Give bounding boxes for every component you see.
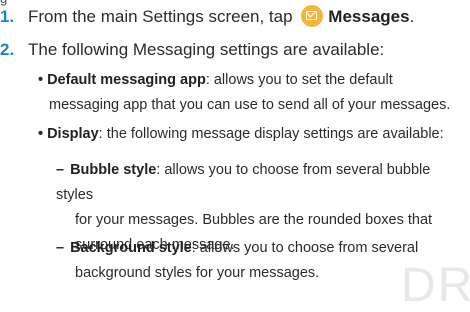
- bullet-text-line-1: : the following message display settings…: [98, 126, 444, 142]
- bullet-label: Default messaging app: [47, 72, 206, 88]
- draft-watermark: DR: [401, 259, 470, 312]
- messages-envelope-icon: [301, 5, 324, 27]
- messages-label: Messages: [328, 7, 410, 26]
- step-number: 2.: [0, 40, 15, 59]
- bullet-label: Display: [47, 126, 99, 142]
- step-text: The following Messaging settings are ava…: [28, 40, 385, 59]
- step-1: 1. From the main Settings screen, tap Mes…: [0, 5, 414, 28]
- step-number: 1.: [0, 7, 15, 26]
- bullet-text-line-1: : allows you to set the default: [205, 72, 393, 88]
- bullet-text-line-2: messaging app that you can use to send a…: [49, 97, 451, 113]
- dash-symbol: –: [56, 162, 65, 178]
- sub-bullet-label: Bubble style: [70, 162, 157, 178]
- step-2: 2. The following Messaging settings are a…: [0, 39, 384, 61]
- bullet-display: • Display: the following message display …: [38, 122, 468, 147]
- manual-page: g 1.From the main Settings screen, tap M…: [0, 0, 470, 310]
- step-text: From the main Settings screen, tap: [28, 7, 293, 26]
- sub-bullet-text-line-2: for your messages. Bubbles are the round…: [75, 212, 433, 228]
- bullet-symbol: •: [38, 126, 44, 142]
- bullet-symbol: •: [38, 72, 44, 88]
- sub-bullet-label: Background style: [70, 240, 192, 256]
- bullet-default-messaging-app: • Default messaging app: allows you to se…: [38, 68, 468, 118]
- step-period: .: [409, 7, 415, 26]
- sub-bullet-text-line-1: : allows you to choose from several: [191, 240, 419, 256]
- dash-symbol: –: [56, 240, 65, 256]
